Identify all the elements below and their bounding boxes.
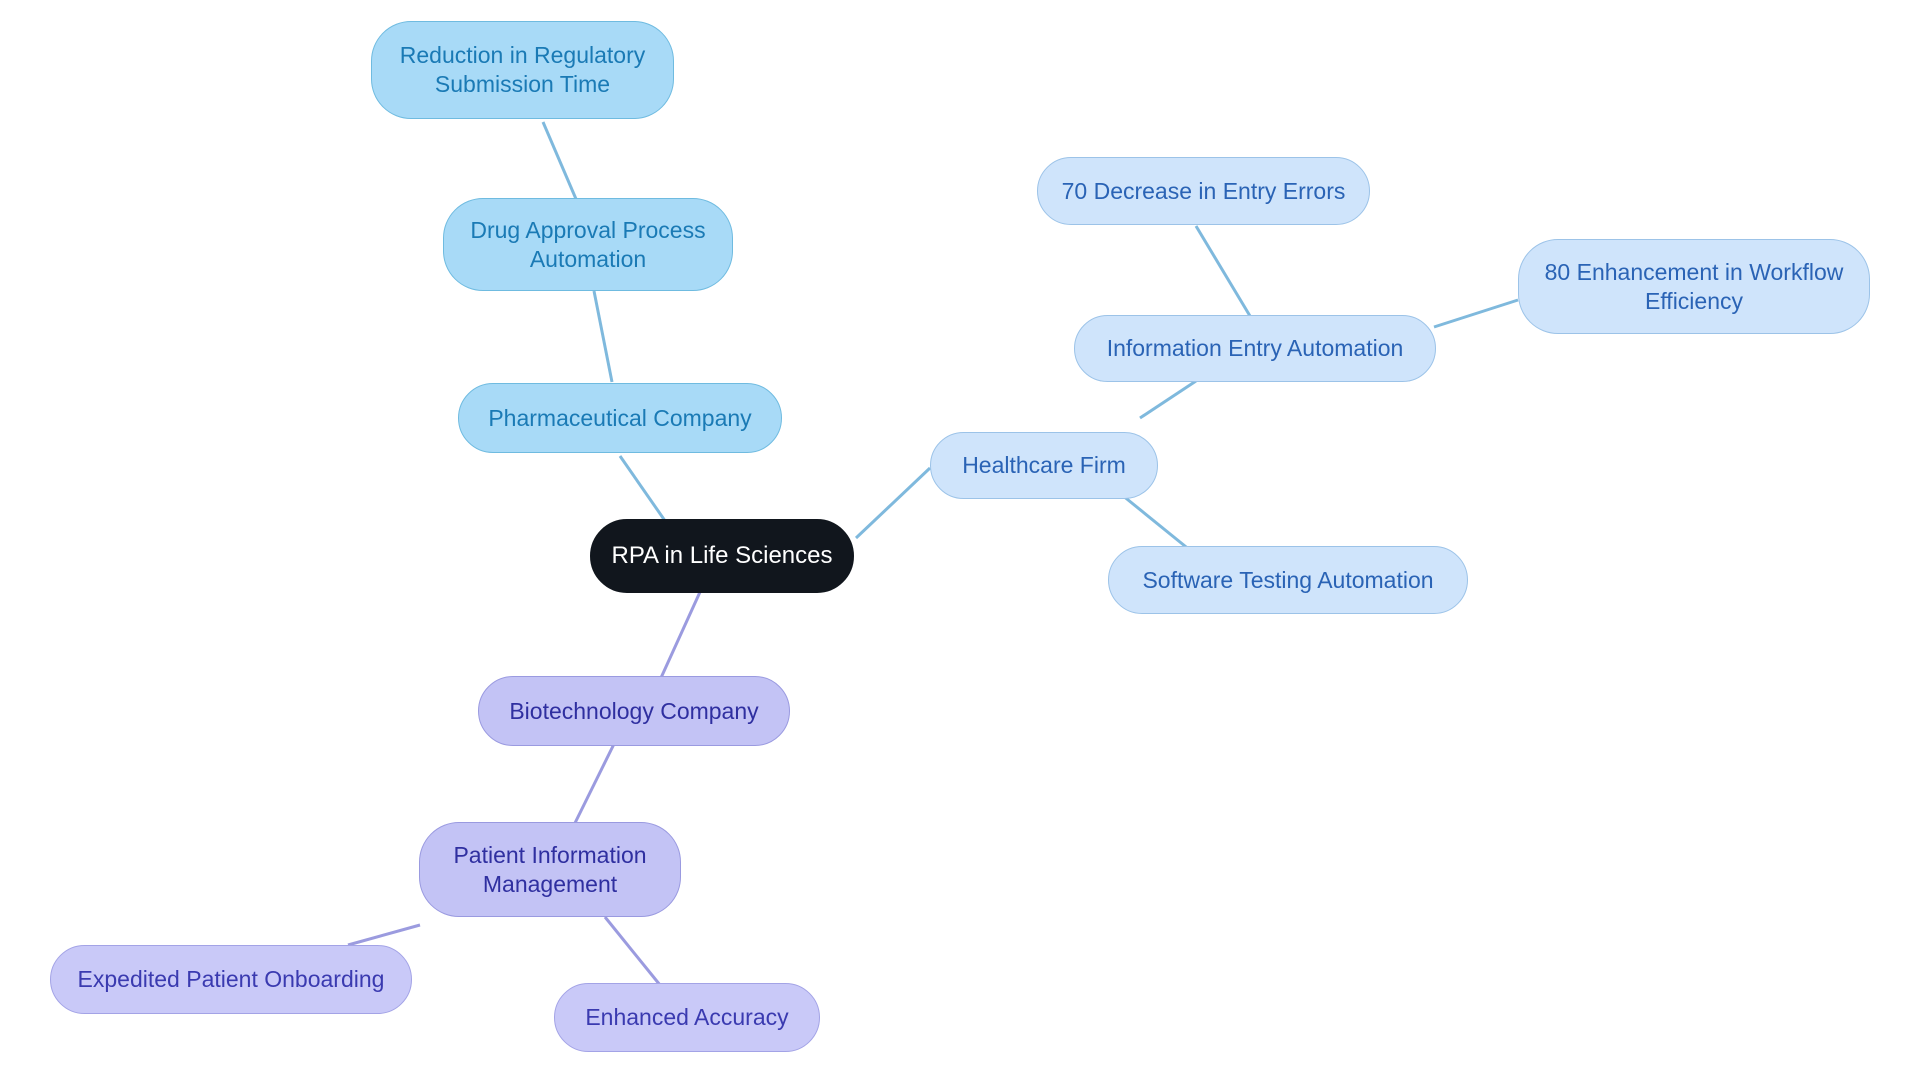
edge-pharmaceutical-company-to-drug-approval xyxy=(592,290,614,383)
mindmap-canvas: RPA in Life Sciences Pharmaceutical Comp… xyxy=(0,0,1920,1083)
node-label: Information Entry Automation xyxy=(1106,335,1404,362)
node-label: Biotechnology Company xyxy=(509,697,759,724)
node-decrease-in-entry-errors[interactable]: 70 Decrease in Entry Errors xyxy=(1037,157,1370,225)
node-enhancement-in-workflow-efficiency[interactable]: 80 Enhancement in Workflow Efficiency xyxy=(1518,239,1870,334)
node-label: Expedited Patient Onboarding xyxy=(77,966,385,993)
node-label: 80 Enhancement in Workflow Efficiency xyxy=(1544,258,1844,314)
edge-root-to-biotechnology-company xyxy=(658,591,702,681)
node-label: Reduction in Regulatory Submission Time xyxy=(399,42,646,97)
edge-layer xyxy=(347,121,1519,986)
node-label: Healthcare Firm xyxy=(962,452,1126,479)
edge-patient-information-management-to-expedited-patient-onboarding xyxy=(347,923,421,947)
node-expedited-patient-onboarding[interactable]: Expedited Patient Onboarding xyxy=(50,945,412,1014)
edge-root-to-healthcare-firm xyxy=(854,466,932,540)
node-label: Enhanced Accuracy xyxy=(585,1004,789,1031)
edge-root-to-pharmaceutical-company xyxy=(618,455,672,529)
node-label: RPA in Life Sciences xyxy=(611,542,833,570)
edge-information-entry-automation-to-decrease-entry-errors xyxy=(1194,225,1252,317)
node-biotechnology-company[interactable]: Biotechnology Company xyxy=(478,676,790,746)
node-enhanced-accuracy[interactable]: Enhanced Accuracy xyxy=(554,983,820,1052)
node-drug-approval-process-automation[interactable]: Drug Approval Process Automation xyxy=(443,198,733,291)
node-information-entry-automation[interactable]: Information Entry Automation xyxy=(1074,315,1436,382)
node-patient-information-management[interactable]: Patient Information Management xyxy=(419,822,681,917)
edge-healthcare-firm-to-information-entry-automation xyxy=(1139,379,1197,420)
node-label: Pharmaceutical Company xyxy=(488,404,752,431)
node-pharmaceutical-company[interactable]: Pharmaceutical Company xyxy=(458,383,782,453)
edge-drug-approval-to-reduction-submission-time xyxy=(541,121,581,207)
edge-information-entry-automation-to-enhancement-workflow-efficiency xyxy=(1433,298,1519,329)
node-label: Patient Information Management xyxy=(453,841,647,897)
node-label: Drug Approval Process Automation xyxy=(470,216,706,272)
node-rpa-in-life-sciences[interactable]: RPA in Life Sciences xyxy=(590,519,854,593)
node-healthcare-firm[interactable]: Healthcare Firm xyxy=(930,432,1158,499)
node-reduction-in-regulatory-submission-time[interactable]: Reduction in Regulatory Submission Time xyxy=(371,21,674,119)
node-label: Software Testing Automation xyxy=(1142,566,1434,593)
edge-patient-information-management-to-enhanced-accuracy xyxy=(603,916,662,986)
node-label: 70 Decrease in Entry Errors xyxy=(1061,177,1346,204)
node-software-testing-automation[interactable]: Software Testing Automation xyxy=(1108,546,1468,614)
edge-biotechnology-company-to-patient-information-management xyxy=(573,743,616,824)
